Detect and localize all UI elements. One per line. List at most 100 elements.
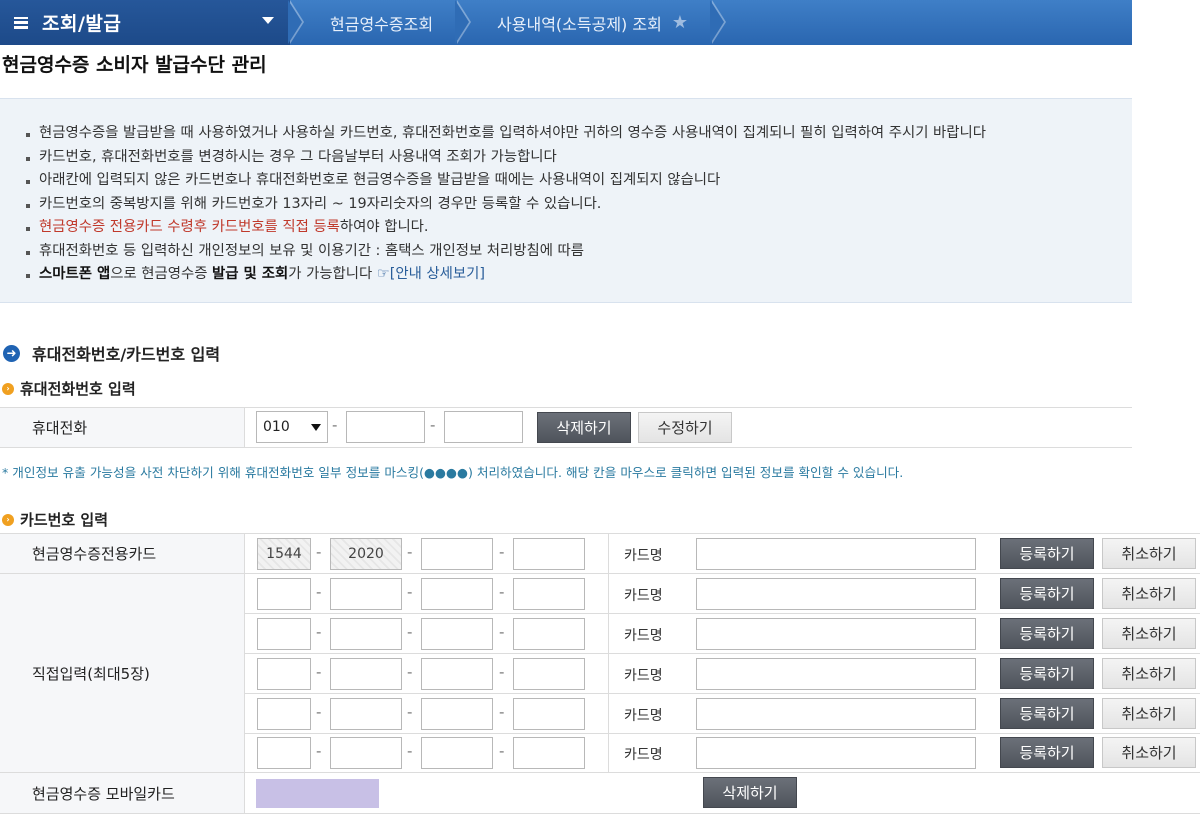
card-number-input[interactable] — [513, 618, 585, 650]
menu-title: 조회/발급 — [42, 13, 122, 35]
breadcrumb-separator — [455, 0, 473, 45]
register-button[interactable]: 등록하기 — [1000, 618, 1094, 649]
card-number-input[interactable] — [421, 578, 493, 610]
register-button[interactable]: 등록하기 — [1000, 737, 1094, 768]
notice-item: 현금영수증을 발급받을 때 사용하였거나 사용하실 카드번호, 휴대전화번호를 … — [22, 122, 1132, 146]
card-number-input[interactable] — [257, 578, 311, 610]
cancel-button[interactable]: 취소하기 — [1102, 578, 1196, 609]
notice-item-app: 스마트폰 앱으로 현금영수증 발급 및 조회가 가능합니다 ☞[안내 상세보기] — [22, 263, 1132, 287]
card-number-input[interactable] — [513, 737, 585, 769]
breadcrumb-separator — [288, 0, 306, 45]
notice-item: 휴대전화번호 등 입력하신 개인정보의 보유 및 이용기간 : 홈택스 개인정보… — [22, 240, 1132, 264]
breadcrumb-cash-receipt[interactable]: 현금영수증조회 — [306, 0, 457, 45]
notice-item-red: 현금영수증 전용카드 수령후 카드번호를 직접 등록하여야 합니다. — [22, 216, 1132, 240]
card-name-input[interactable] — [696, 618, 976, 650]
divider — [245, 653, 1200, 654]
notice-item: 카드번호, 휴대전화번호를 변경하시는 경우 그 다음날부터 사용내역 조회가 … — [22, 146, 1132, 170]
phone-subheading: › 휴대전화번호 입력 — [2, 378, 136, 399]
card-number-input[interactable] — [513, 578, 585, 610]
bullet-icon: › — [2, 513, 14, 526]
dash: - — [430, 416, 436, 434]
phone-last-input[interactable] — [444, 411, 523, 443]
divider — [245, 693, 1200, 694]
card-name-input[interactable] — [696, 538, 976, 570]
cancel-button[interactable]: 취소하기 — [1102, 658, 1196, 689]
phone-edit-button[interactable]: 수정하기 — [638, 412, 732, 443]
card-number-input[interactable] — [421, 658, 493, 690]
page-title: 현금영수증 소비자 발급수단 관리 — [2, 54, 267, 76]
divider — [608, 574, 609, 772]
card-name-input[interactable] — [696, 737, 976, 769]
card-number-input[interactable] — [421, 698, 493, 730]
mobile-card-delete-button[interactable]: 삭제하기 — [703, 777, 797, 808]
phone-middle-input[interactable] — [346, 411, 425, 443]
card-name-label: 카드명 — [624, 628, 663, 644]
bullet-icon: › — [2, 382, 14, 395]
section-heading: ➜ 휴대전화번호/카드번호 입력 — [3, 341, 220, 365]
star-icon[interactable]: ★ — [672, 12, 688, 33]
register-button[interactable]: 등록하기 — [1000, 578, 1094, 609]
card-number-input[interactable] — [513, 698, 585, 730]
card-name-input[interactable] — [696, 698, 976, 730]
dash: - — [407, 623, 413, 641]
dedicated-card-part4[interactable] — [513, 538, 585, 570]
dash: - — [332, 416, 338, 434]
card-number-input[interactable] — [421, 618, 493, 650]
card-number-input[interactable] — [257, 698, 311, 730]
phone-label: 휴대전화 — [0, 408, 245, 447]
card-number-input[interactable] — [513, 658, 585, 690]
divider — [608, 534, 609, 573]
dash: - — [499, 742, 505, 760]
dash: - — [316, 623, 322, 641]
dash: - — [407, 742, 413, 760]
cancel-button[interactable]: 취소하기 — [1102, 618, 1196, 649]
cancel-button[interactable]: 취소하기 — [1102, 538, 1196, 569]
mobile-card-swatch — [256, 779, 379, 808]
caret-down-icon — [311, 424, 321, 431]
breadcrumb-separator — [709, 0, 728, 45]
card-number-input[interactable] — [330, 737, 402, 769]
card-number-input[interactable] — [421, 737, 493, 769]
register-button[interactable]: 등록하기 — [1000, 538, 1094, 569]
card-name-input[interactable] — [696, 658, 976, 690]
card-number-input[interactable] — [330, 578, 402, 610]
menu-dropdown[interactable]: 조회/발급 — [0, 0, 290, 45]
phone-delete-button[interactable]: 삭제하기 — [537, 412, 631, 443]
divider — [0, 813, 1200, 814]
notice-item: 아래칸에 입력되지 않은 카드번호나 휴대전화번호로 현금영수증을 발급받을 때… — [22, 169, 1132, 193]
dash: - — [499, 703, 505, 721]
guide-detail-link[interactable]: ☞[안내 상세보기] — [377, 266, 485, 282]
card-name-label: 카드명 — [624, 668, 663, 684]
card-name-label: 카드명 — [624, 747, 663, 763]
hamburger-icon — [14, 16, 28, 29]
card-number-input[interactable] — [330, 698, 402, 730]
card-number-input[interactable] — [257, 658, 311, 690]
dash: - — [499, 583, 505, 601]
breadcrumb-usage-history[interactable]: 사용내역(소득공제) 조회 ★ — [473, 0, 712, 45]
card-number-input[interactable] — [257, 737, 311, 769]
divider — [0, 447, 1132, 448]
phone-prefix-select[interactable]: 010 — [256, 411, 328, 443]
mobile-card-label: 현금영수증 모바일카드 — [0, 773, 245, 813]
top-nav: 조회/발급 현금영수증조회 사용내역(소득공제) 조회 ★ — [0, 0, 1132, 45]
dash: - — [499, 543, 505, 561]
register-button[interactable]: 등록하기 — [1000, 698, 1094, 729]
dedicated-card-part3[interactable] — [421, 538, 493, 570]
card-number-input[interactable] — [330, 658, 402, 690]
dash: - — [316, 583, 322, 601]
dash: - — [407, 663, 413, 681]
card-number-input[interactable] — [330, 618, 402, 650]
dedicated-card-label: 현금영수증전용카드 — [0, 534, 245, 573]
register-button[interactable]: 등록하기 — [1000, 658, 1094, 689]
cancel-button[interactable]: 취소하기 — [1102, 698, 1196, 729]
cancel-button[interactable]: 취소하기 — [1102, 737, 1196, 768]
card-name-label: 카드명 — [624, 708, 663, 724]
dedicated-card-part2: 2020 — [330, 538, 402, 570]
card-number-input[interactable] — [257, 618, 311, 650]
divider — [245, 733, 1200, 734]
card-name-input[interactable] — [696, 578, 976, 610]
dash: - — [499, 663, 505, 681]
dedicated-card-part1: 1544 — [257, 538, 311, 570]
caret-down-icon — [262, 17, 274, 24]
dash: - — [407, 543, 413, 561]
